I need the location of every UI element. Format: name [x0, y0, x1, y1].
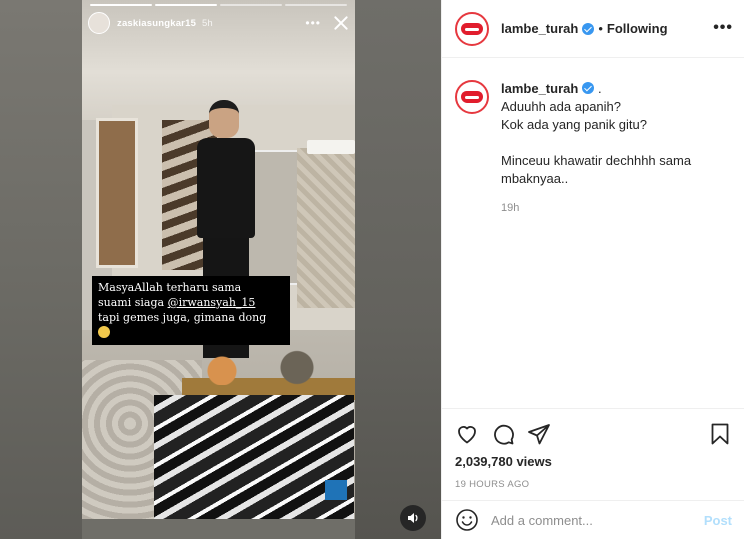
media-blur-left — [0, 0, 82, 539]
add-comment-bar: Post — [442, 500, 744, 539]
story-screenshot: zaskiasungkar15 5h ••• MasyaAllah terhar… — [82, 0, 355, 519]
close-icon — [333, 15, 349, 31]
caption-trailing: . — [597, 81, 602, 96]
verified-badge-icon — [582, 82, 595, 94]
comment-input[interactable] — [491, 512, 704, 528]
post-timestamp[interactable]: 19 HOURS AGO — [455, 479, 732, 490]
story-username: zaskiasungkar15 — [117, 17, 197, 29]
post-actions: 2,039,780 views 19 HOURS AGO — [442, 408, 744, 490]
story-header: zaskiasungkar15 5h ••• — [88, 12, 349, 34]
emoji-smile-icon[interactable] — [455, 508, 479, 532]
story-progress-bar — [90, 4, 347, 6]
caption-line: Aduuhh ada apanih? — [501, 99, 622, 114]
caption-mention: @irwansyah_15 — [167, 296, 256, 309]
bookmark-icon[interactable] — [708, 422, 732, 446]
avatar[interactable] — [455, 80, 489, 114]
comment-icon[interactable] — [491, 422, 515, 446]
air-conditioner — [307, 140, 355, 154]
lips-logo — [461, 22, 483, 35]
following-button[interactable]: Following — [607, 21, 668, 36]
media-blur-right — [355, 0, 441, 539]
caption-body: lambe_turah . Aduuhh ada apanih? Kok ada… — [501, 80, 691, 217]
story-more-icon: ••• — [305, 16, 321, 30]
lips-logo — [461, 91, 483, 103]
separator-dot: • — [598, 21, 603, 36]
story-time: 5h — [202, 17, 213, 29]
caption-time[interactable]: 19h — [501, 199, 691, 217]
post-panel: lambe_turah • Following ••• lambe_turah … — [441, 0, 744, 539]
post-header: lambe_turah • Following ••• — [442, 0, 744, 58]
caption-username[interactable]: lambe_turah — [501, 81, 578, 96]
verified-badge-icon — [582, 22, 595, 35]
post-caption: lambe_turah . Aduuhh ada apanih? Kok ada… — [455, 80, 735, 217]
story-caption: MasyaAllah terharu sama suami siaga @irw… — [92, 276, 290, 345]
post-comment-button[interactable]: Post — [704, 513, 732, 528]
caption-line: mbaknyaa.. — [501, 171, 569, 186]
avatar[interactable] — [455, 11, 489, 46]
share-icon[interactable] — [527, 422, 551, 446]
caption-line: tapi gemes juga, gimana dong — [98, 311, 267, 324]
caption-line: Kok ada yang panik gitu? — [501, 117, 647, 132]
story-avatar — [88, 12, 110, 34]
heart-icon[interactable] — [455, 422, 479, 446]
header-username[interactable]: lambe_turah — [501, 21, 578, 36]
post-media[interactable]: zaskiasungkar15 5h ••• MasyaAllah terhar… — [0, 0, 441, 539]
emoji-icon — [98, 326, 110, 338]
more-options-icon[interactable]: ••• — [713, 20, 733, 36]
caption-line: suami siaga — [98, 296, 168, 309]
view-count[interactable]: 2,039,780 views — [455, 454, 732, 469]
caption-line: MasyaAllah terharu sama — [98, 281, 242, 294]
speaker-icon[interactable] — [400, 505, 426, 531]
marble-table — [154, 395, 354, 519]
caption-line: Minceuu khawatir dechhhh sama — [501, 153, 692, 168]
